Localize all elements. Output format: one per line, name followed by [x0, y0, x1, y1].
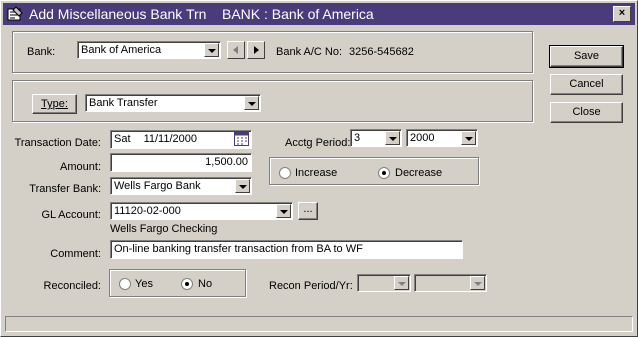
bank-label: Bank: — [27, 46, 56, 58]
acctg-period-label: Acctg Period: — [285, 137, 351, 149]
acctg-year-select[interactable]: 2000 — [406, 129, 478, 147]
close-button-label: Close — [572, 106, 601, 118]
transfer-bank-select[interactable]: Wells Fargo Bank — [110, 177, 252, 195]
transfer-bank-label: Transfer Bank: — [29, 183, 101, 195]
cancel-button-label: Cancel — [569, 78, 604, 90]
transfer-bank-value: Wells Fargo Bank — [114, 180, 201, 192]
transaction-date-label: Transaction Date: — [14, 137, 101, 149]
type-select[interactable]: Bank Transfer — [85, 94, 261, 112]
reconciled-no-radio[interactable] — [181, 278, 193, 290]
type-button-label: Type: — [41, 98, 68, 110]
status-bar — [5, 316, 633, 332]
gl-account-description: Wells Fargo Checking — [110, 223, 218, 235]
chevron-down-icon[interactable] — [461, 131, 476, 145]
reconciled-label: Reconciled: — [43, 280, 101, 292]
close-button[interactable]: Close — [550, 102, 623, 123]
bank-select-value: Bank of America — [81, 44, 162, 56]
app-icon — [7, 6, 23, 21]
transaction-day: Sat — [114, 133, 131, 145]
reconciled-yes-label: Yes — [135, 278, 153, 290]
bank-account-number: 3256-545682 — [349, 46, 414, 58]
calendar-icon[interactable] — [234, 132, 249, 146]
gl-account-value: 11120-02-000 — [114, 205, 181, 217]
chevron-down-icon[interactable] — [276, 204, 291, 218]
gl-account-select[interactable]: 11120-02-000 — [110, 202, 293, 220]
bank-select[interactable]: Bank of America — [77, 41, 221, 59]
transaction-date-value: 11/11/2000 — [143, 133, 197, 145]
arrow-left-icon — [233, 46, 238, 54]
recon-period-label: Recon Period/Yr: — [269, 280, 353, 292]
decrease-radio[interactable] — [378, 167, 390, 179]
cancel-button[interactable]: Cancel — [550, 74, 623, 95]
comment-input[interactable]: On-line banking transfer transaction fro… — [110, 240, 463, 259]
transaction-date-field[interactable]: Sat 11/11/2000 — [110, 130, 252, 149]
dialog-window: Add Miscellaneous Bank Trn BANK : Bank o… — [0, 0, 638, 337]
previous-bank-button[interactable] — [227, 41, 245, 59]
close-window-button[interactable]: × — [613, 6, 631, 22]
type-select-value: Bank Transfer — [89, 97, 158, 109]
chevron-down-icon[interactable] — [470, 276, 485, 290]
reconciled-no-label: No — [198, 278, 213, 290]
comment-value: On-line banking transfer transaction fro… — [114, 243, 363, 255]
next-bank-button[interactable] — [247, 41, 265, 59]
amount-input[interactable]: 1,500.00 — [110, 153, 252, 172]
chevron-down-icon[interactable] — [394, 276, 409, 290]
arrow-right-icon — [254, 46, 259, 54]
window-title: Add Miscellaneous Bank Trn BANK : Bank o… — [29, 6, 374, 22]
save-button-label: Save — [573, 50, 600, 62]
acctg-year-value: 2000 — [410, 132, 435, 144]
reconciled-yes-radio[interactable] — [119, 278, 131, 290]
title-bar[interactable]: Add Miscellaneous Bank Trn BANK : Bank o… — [3, 3, 635, 25]
recon-period-select[interactable] — [357, 274, 411, 292]
amount-value: 1,500.00 — [205, 156, 248, 168]
comment-label: Comment: — [50, 248, 101, 260]
bank-account-label: Bank A/C No: — [276, 46, 343, 58]
increase-label: Increase — [295, 167, 338, 179]
acctg-period-select[interactable]: 3 — [350, 129, 402, 147]
decrease-label: Decrease — [395, 167, 443, 179]
gl-account-lookup-button[interactable]: ... — [298, 202, 318, 220]
save-button[interactable]: Save — [549, 45, 624, 68]
increase-radio[interactable] — [279, 167, 291, 179]
recon-year-select[interactable] — [414, 274, 487, 292]
type-button[interactable]: Type: — [32, 94, 77, 114]
chevron-down-icon[interactable] — [244, 96, 259, 110]
amount-label: Amount: — [60, 161, 101, 173]
close-icon: × — [618, 7, 626, 19]
gl-account-label: GL Account: — [41, 209, 101, 221]
chevron-down-icon[interactable] — [385, 131, 400, 145]
chevron-down-icon[interactable] — [235, 179, 250, 193]
ellipsis-icon: ... — [303, 203, 313, 215]
chevron-down-icon[interactable] — [204, 43, 219, 57]
acctg-period-value: 3 — [354, 132, 361, 144]
